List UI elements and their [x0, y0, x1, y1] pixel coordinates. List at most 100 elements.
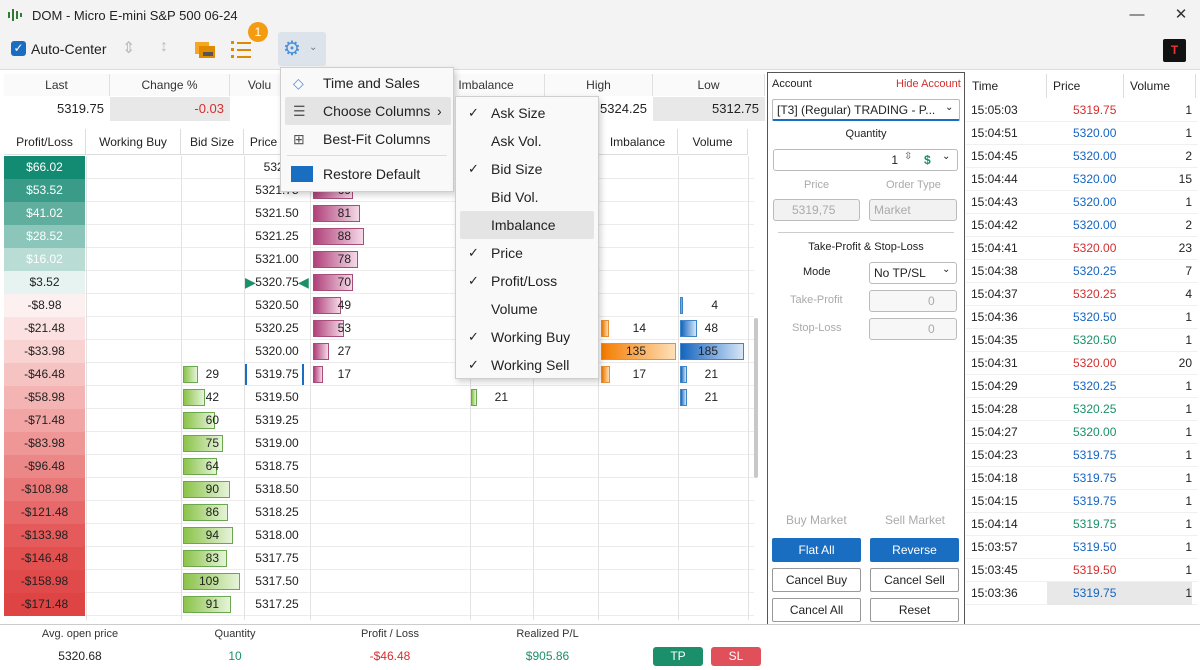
ask-size-value[interactable]: 88: [313, 225, 351, 248]
menu-item-best-fit-columns[interactable]: ⊞ Best-Fit Columns: [281, 125, 453, 153]
ts-header-time[interactable]: Time: [966, 74, 1047, 98]
working-buy-cell[interactable]: [86, 524, 181, 547]
price-cell[interactable]: 5321.50: [244, 202, 310, 225]
bid-size-value[interactable]: 94: [183, 524, 219, 547]
menu-item-time-and-sales[interactable]: ◇ Time and Sales: [281, 69, 453, 97]
cancel-sell-button[interactable]: Cancel Sell: [870, 568, 959, 592]
orders-icon[interactable]: [193, 38, 219, 60]
ts-header-price[interactable]: Price: [1047, 74, 1124, 98]
column-option-ask-size[interactable]: ✓ Ask Size: [460, 99, 594, 127]
order-list-icon[interactable]: [229, 38, 255, 60]
column-option-profit-loss[interactable]: ✓ Profit/Loss: [460, 267, 594, 295]
ask-size-value[interactable]: 70: [313, 271, 351, 294]
flat-all-button[interactable]: Flat All: [772, 538, 861, 562]
menu-item-choose-columns[interactable]: ☰ Choose Columns ›: [285, 97, 451, 125]
bid-size-value[interactable]: 90: [183, 478, 219, 501]
ts-header-volume[interactable]: Volume: [1124, 74, 1196, 98]
ask-size-value[interactable]: 78: [313, 248, 351, 271]
currency-icon[interactable]: $: [924, 153, 931, 167]
column-option-volume[interactable]: Volume: [460, 295, 594, 323]
price-cell[interactable]: 5320.50: [244, 294, 310, 317]
column-option-ask-vol-[interactable]: Ask Vol.: [460, 127, 594, 155]
working-buy-cell[interactable]: [86, 570, 181, 593]
sl-button[interactable]: SL: [711, 647, 761, 666]
working-buy-cell[interactable]: [86, 501, 181, 524]
price-cell[interactable]: 5317.50: [244, 570, 310, 593]
bid-size-value[interactable]: 64: [183, 455, 219, 478]
column-option-working-buy[interactable]: ✓ Working Buy: [460, 323, 594, 351]
sell-market-button[interactable]: Sell Market: [885, 513, 945, 527]
working-buy-cell[interactable]: [86, 317, 181, 340]
column-option-price[interactable]: ✓ Price: [460, 239, 594, 267]
price-cell[interactable]: 5318.50: [244, 478, 310, 501]
bid-size-value[interactable]: 83: [183, 547, 219, 570]
working-buy-cell[interactable]: [86, 294, 181, 317]
cancel-buy-button[interactable]: Cancel Buy: [772, 568, 861, 592]
working-buy-cell[interactable]: [86, 593, 181, 616]
mode-select[interactable]: No TP/SL ⌄: [869, 262, 957, 284]
working-buy-cell[interactable]: [86, 271, 181, 294]
close-button[interactable]: ✕: [1166, 4, 1196, 26]
working-buy-cell[interactable]: [86, 386, 181, 409]
price-cell[interactable]: 5317.75: [244, 547, 310, 570]
price-cell[interactable]: 5319.50: [244, 386, 310, 409]
price-cell[interactable]: 5318.00: [244, 524, 310, 547]
quantity-stepper[interactable]: 1 ⇳ $ ⌄: [773, 149, 958, 171]
working-buy-cell[interactable]: [86, 340, 181, 363]
working-buy-cell[interactable]: [86, 156, 181, 179]
bid-size-value[interactable]: 75: [183, 432, 219, 455]
reset-button[interactable]: Reset: [870, 598, 959, 622]
cancel-all-button[interactable]: Cancel All: [772, 598, 861, 622]
bid-size-value[interactable]: 91: [183, 593, 219, 616]
working-buy-cell[interactable]: [86, 179, 181, 202]
auto-center-label[interactable]: Auto-Center: [31, 41, 106, 57]
price-cell[interactable]: 5320.25: [244, 317, 310, 340]
column-option-working-sell[interactable]: ✓ Working Sell: [460, 351, 594, 379]
working-buy-cell[interactable]: [86, 248, 181, 271]
ask-size-value[interactable]: 81: [313, 202, 351, 225]
column-option-bid-size[interactable]: ✓ Bid Size: [460, 155, 594, 183]
scroll-up-down-icon[interactable]: ↕: [160, 38, 168, 56]
working-buy-cell[interactable]: [86, 478, 181, 501]
reverse-button[interactable]: Reverse: [870, 538, 959, 562]
col-header-profit-loss[interactable]: Profit/Loss: [4, 129, 86, 155]
account-select[interactable]: [T3] (Regular) TRADING - P... ⌄: [772, 99, 960, 121]
col-header-volume[interactable]: Volume: [678, 129, 748, 155]
chevron-down-icon[interactable]: ⌄: [942, 151, 950, 162]
bid-size-value[interactable]: 29: [183, 363, 219, 386]
price-cell[interactable]: 5317.25: [244, 593, 310, 616]
col-header-working-buy[interactable]: Working Buy: [86, 129, 181, 155]
bid-size-value[interactable]: 42: [183, 386, 219, 409]
column-option-bid-vol-[interactable]: Bid Vol.: [460, 183, 594, 211]
settings-button[interactable]: ⚙ ⌄: [278, 32, 326, 66]
column-option-imbalance[interactable]: Imbalance: [460, 211, 594, 239]
ask-size-value[interactable]: 49: [313, 294, 351, 317]
price-cell[interactable]: 5321.25: [244, 225, 310, 248]
ask-size-value[interactable]: 27: [313, 340, 351, 363]
working-sell-value[interactable]: 21: [480, 386, 508, 409]
price-cell[interactable]: 5319.00: [244, 432, 310, 455]
working-buy-cell[interactable]: [86, 409, 181, 432]
spin-icon[interactable]: ⇳: [904, 151, 912, 162]
dom-scrollbar[interactable]: [754, 318, 758, 478]
working-buy-cell[interactable]: [86, 547, 181, 570]
working-buy-cell[interactable]: [86, 202, 181, 225]
menu-item-restore-default[interactable]: Restore Default: [281, 160, 453, 188]
minimize-button[interactable]: —: [1122, 4, 1152, 26]
bid-size-value[interactable]: 109: [183, 570, 219, 593]
working-buy-cell[interactable]: [86, 363, 181, 386]
col-header-bid-size[interactable]: Bid Size: [181, 129, 244, 155]
bid-size-value[interactable]: 86: [183, 501, 219, 524]
ask-size-value[interactable]: 17: [313, 363, 351, 386]
price-cell[interactable]: 5321.00: [244, 248, 310, 271]
scroll-center-icon[interactable]: ⇕: [122, 38, 135, 58]
price-cell[interactable]: 5318.25: [244, 501, 310, 524]
price-cell[interactable]: 5318.75: [244, 455, 310, 478]
auto-center-checkbox[interactable]: ✓: [11, 41, 26, 56]
col-header-imbalance[interactable]: Imbalance: [598, 129, 678, 155]
ask-size-value[interactable]: 53: [313, 317, 351, 340]
price-cell[interactable]: 5319.25: [244, 409, 310, 432]
buy-market-button[interactable]: Buy Market: [786, 513, 847, 527]
col-header-price[interactable]: Price: [244, 129, 284, 155]
bid-size-value[interactable]: 60: [183, 409, 219, 432]
